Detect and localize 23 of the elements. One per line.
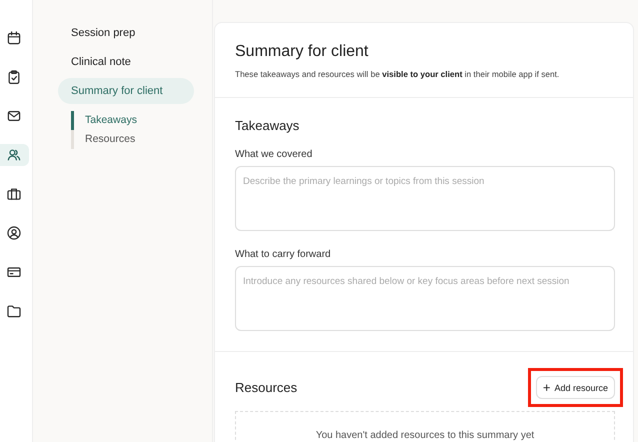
people-icon [6,147,22,163]
add-resource-button[interactable]: + Add resource [536,376,615,399]
nav-item[interactable]: Clinical note [58,49,194,75]
rail-tab[interactable] [0,144,29,166]
section-link[interactable]: Takeaways [71,111,194,130]
text-area[interactable]: Describe the primary learnings or topics from this session [235,166,615,231]
card-subtitle: These takeaways and resources will be visible to your client in their mobile app if sent. [235,69,560,79]
field-label: What we covered [235,149,314,160]
text-area[interactable]: Introduce any resources shared below or key focus areas before next session [235,266,615,331]
section-heading: Takeaways [235,118,300,133]
section-link[interactable]: Resources [71,130,194,149]
nav-item[interactable]: Summary for client [58,78,194,104]
user-circle-icon [6,225,22,241]
clipboard-check-icon [6,69,22,85]
section-heading: Resources [235,380,298,395]
card-title: Summary for client [235,43,370,61]
folder-icon [6,303,22,319]
empty-message: You haven't added resources to this summary yet [316,430,534,442]
field-label: What to carry forward [235,249,332,260]
briefcase-icon [6,186,22,202]
mail-icon [6,108,22,124]
calendar-icon [6,30,22,46]
nav-item[interactable]: Session prep [58,20,194,46]
